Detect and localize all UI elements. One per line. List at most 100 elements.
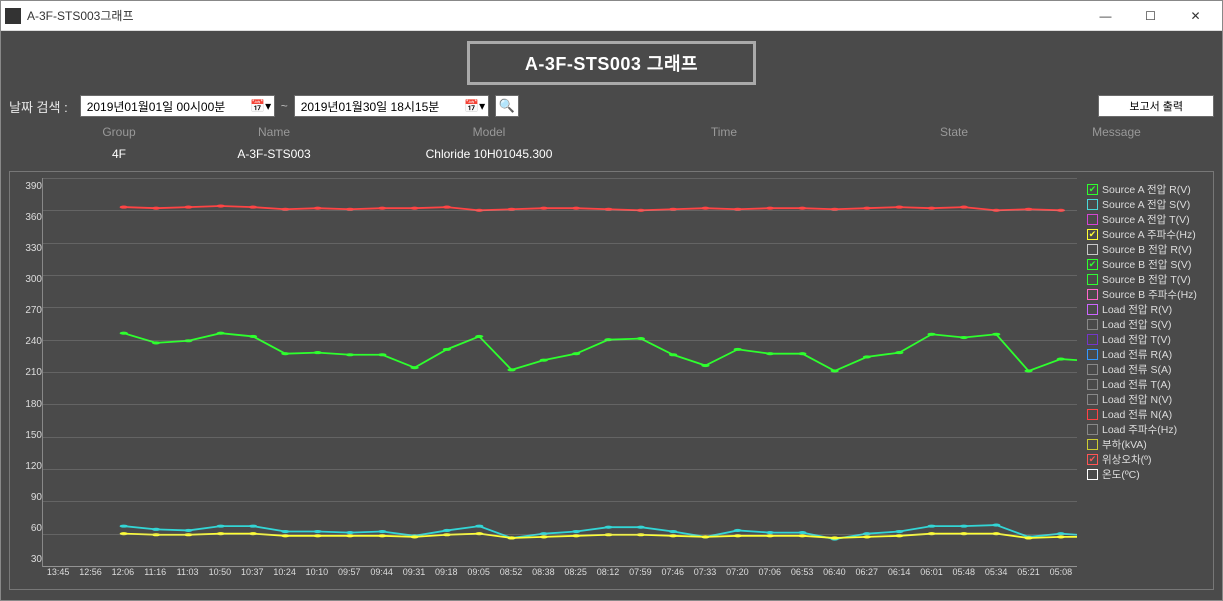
content: A-3F-STS003 그래프 날짜 검색 : 2019년01월01일 00시0…	[1, 31, 1222, 600]
search-label: 날짜 검색 :	[9, 97, 68, 116]
legend-item[interactable]: Load 전류 S(A)	[1087, 362, 1207, 377]
legend-item[interactable]: Load 주파수(Hz)	[1087, 422, 1207, 437]
titlebar: A-3F-STS003그래프 — ☐ ✕	[1, 1, 1222, 31]
legend-checkbox[interactable]	[1087, 349, 1098, 360]
search-button[interactable]: 🔍	[495, 95, 519, 117]
legend-checkbox[interactable]	[1087, 394, 1098, 405]
col-time: Time	[609, 125, 839, 139]
tilde: ~	[281, 99, 288, 113]
legend-checkbox[interactable]	[1087, 439, 1098, 450]
legend-item[interactable]: Load 전압 N(V)	[1087, 392, 1207, 407]
legend-checkbox[interactable]	[1087, 409, 1098, 420]
y-tick: 360	[14, 212, 42, 223]
legend-label: Source A 전압 R(V)	[1102, 182, 1191, 197]
legend-checkbox[interactable]	[1087, 244, 1098, 255]
legend-label: Source A 주파수(Hz)	[1102, 227, 1196, 242]
val-group: 4F	[59, 147, 179, 161]
val-message	[1069, 147, 1164, 161]
val-time	[609, 147, 839, 161]
report-button[interactable]: 보고서 출력	[1098, 95, 1214, 117]
legend-item[interactable]: Source B 전압 T(V)	[1087, 272, 1207, 287]
legend-checkbox[interactable]	[1087, 274, 1098, 285]
x-tick: 07:06	[754, 567, 786, 585]
legend-label: Load 주파수(Hz)	[1102, 422, 1177, 437]
legend-label: 부하(kVA)	[1102, 437, 1147, 452]
legend-label: 위상오차(º)	[1102, 452, 1151, 467]
x-axis: 13:4512:5612:0611:1611:0310:5010:3710:24…	[42, 567, 1077, 585]
legend-item[interactable]: Load 전압 T(V)	[1087, 332, 1207, 347]
y-tick: 270	[14, 305, 42, 316]
legend-checkbox[interactable]	[1087, 469, 1098, 480]
calendar-icon[interactable]: 📅▾	[250, 99, 272, 113]
legend-checkbox[interactable]: ✔	[1087, 259, 1098, 270]
window: A-3F-STS003그래프 — ☐ ✕ A-3F-STS003 그래프 날짜 …	[0, 0, 1223, 601]
legend-checkbox[interactable]	[1087, 424, 1098, 435]
y-tick: 300	[14, 274, 42, 285]
legend-label: Load 전류 R(A)	[1102, 347, 1172, 362]
x-tick: 05:34	[980, 567, 1012, 585]
x-tick: 06:14	[883, 567, 915, 585]
x-tick: 12:06	[107, 567, 139, 585]
legend-label: Load 전압 T(V)	[1102, 332, 1171, 347]
legend-label: Load 전압 N(V)	[1102, 392, 1172, 407]
legend-checkbox[interactable]: ✔	[1087, 184, 1098, 195]
legend-checkbox[interactable]	[1087, 319, 1098, 330]
legend-checkbox[interactable]: ✔	[1087, 454, 1098, 465]
y-tick: 60	[14, 523, 42, 534]
legend-item[interactable]: Load 전류 R(A)	[1087, 347, 1207, 362]
x-tick: 05:21	[1012, 567, 1044, 585]
legend-label: Source B 전압 S(V)	[1102, 257, 1191, 272]
y-tick: 210	[14, 367, 42, 378]
legend-label: Load 전압 S(V)	[1102, 317, 1172, 332]
legend-checkbox[interactable]	[1087, 304, 1098, 315]
legend-item[interactable]: Load 전류 T(A)	[1087, 377, 1207, 392]
col-model: Model	[369, 125, 609, 139]
x-tick: 08:38	[527, 567, 559, 585]
legend-item[interactable]: 부하(kVA)	[1087, 437, 1207, 452]
legend-item[interactable]: ✔ Source B 전압 S(V)	[1087, 257, 1207, 272]
legend-item[interactable]: ✔ 위상오차(º)	[1087, 452, 1207, 467]
legend-item[interactable]: Source A 전압 S(V)	[1087, 197, 1207, 212]
x-tick: 13:45	[42, 567, 74, 585]
legend-label: Source B 전압 T(V)	[1102, 272, 1191, 287]
col-message: Message	[1069, 125, 1164, 139]
legend-item[interactable]: Source B 주파수(Hz)	[1087, 287, 1207, 302]
legend-item[interactable]: 온도(ºC)	[1087, 467, 1207, 482]
legend-label: Load 전류 T(A)	[1102, 377, 1171, 392]
y-tick: 240	[14, 336, 42, 347]
x-tick: 06:53	[786, 567, 818, 585]
legend-item[interactable]: ✔ Source A 전압 R(V)	[1087, 182, 1207, 197]
page-title: A-3F-STS003 그래프	[467, 41, 756, 85]
legend-item[interactable]: Load 전압 S(V)	[1087, 317, 1207, 332]
date-to-input[interactable]: 2019년01월30일 18시15분 📅▾	[294, 95, 489, 117]
col-group: Group	[59, 125, 179, 139]
legend-checkbox[interactable]	[1087, 334, 1098, 345]
maximize-button[interactable]: ☐	[1128, 2, 1173, 30]
close-button[interactable]: ✕	[1173, 2, 1218, 30]
legend-checkbox[interactable]	[1087, 364, 1098, 375]
legend-item[interactable]: Load 전류 N(A)	[1087, 407, 1207, 422]
col-name: Name	[179, 125, 369, 139]
x-tick: 09:44	[365, 567, 397, 585]
x-tick: 09:57	[333, 567, 365, 585]
legend-checkbox[interactable]	[1087, 214, 1098, 225]
date-from-input[interactable]: 2019년01월01일 00시00분 📅▾	[80, 95, 275, 117]
legend-checkbox[interactable]	[1087, 379, 1098, 390]
legend-item[interactable]: Load 전압 R(V)	[1087, 302, 1207, 317]
date-to-value: 2019년01월30일 18시15분	[301, 98, 440, 115]
legend-item[interactable]: ✔ Source A 주파수(Hz)	[1087, 227, 1207, 242]
legend-item[interactable]: Source A 전압 T(V)	[1087, 212, 1207, 227]
legend-checkbox[interactable]	[1087, 289, 1098, 300]
x-tick: 09:05	[462, 567, 494, 585]
legend-checkbox[interactable]: ✔	[1087, 229, 1098, 240]
report-button-label: 보고서 출력	[1129, 98, 1183, 114]
legend-label: Source A 전압 T(V)	[1102, 212, 1190, 227]
minimize-button[interactable]: —	[1083, 2, 1128, 30]
legend-checkbox[interactable]	[1087, 199, 1098, 210]
calendar-icon[interactable]: 📅▾	[464, 99, 486, 113]
legend-label: 온도(ºC)	[1102, 467, 1140, 482]
x-tick: 07:46	[657, 567, 689, 585]
x-tick: 10:50	[204, 567, 236, 585]
x-tick: 09:18	[430, 567, 462, 585]
legend-item[interactable]: Source B 전압 R(V)	[1087, 242, 1207, 257]
